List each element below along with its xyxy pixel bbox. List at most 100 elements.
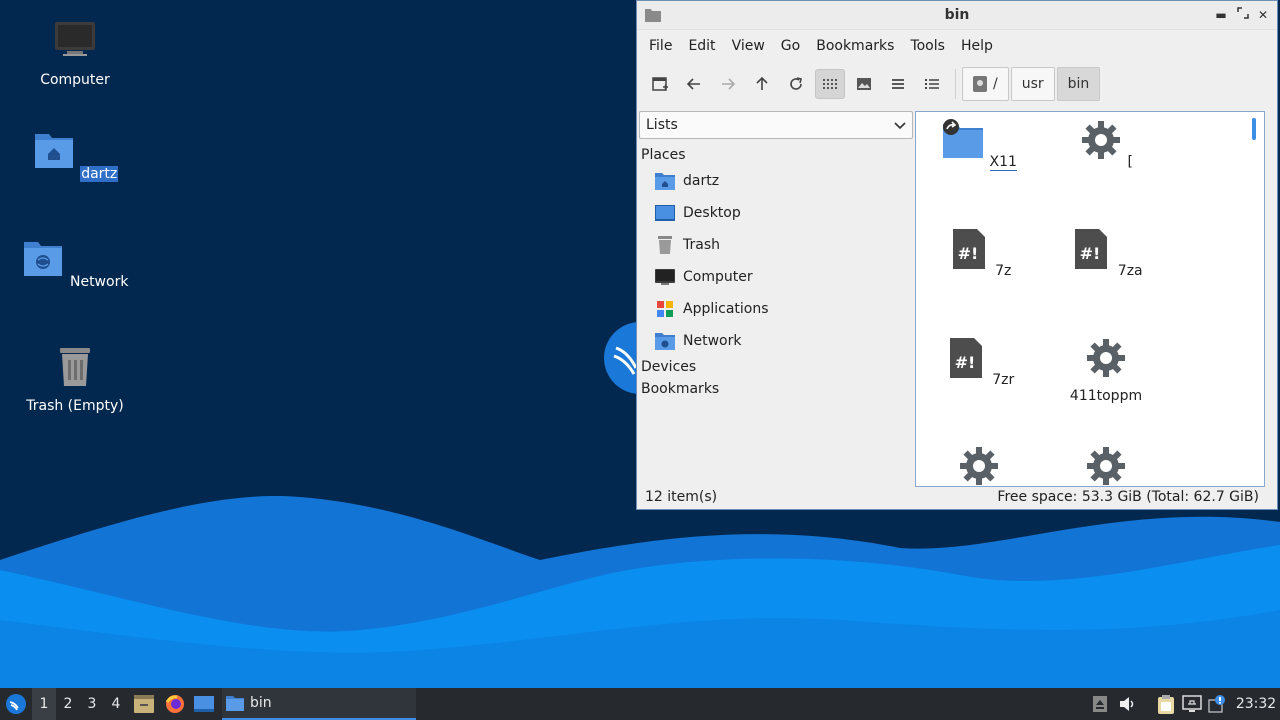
menu-view[interactable]: View [724,38,773,54]
volume-button[interactable] [1116,688,1140,720]
script-file-icon: #! [1075,229,1108,269]
desktop-icon-trash[interactable]: Trash (Empty) [15,344,135,414]
file-item[interactable]: [ [1051,118,1161,170]
file-item[interactable]: X11 [924,118,1034,171]
devices-heading[interactable]: Devices [639,359,913,375]
desktop-icon-computer[interactable]: Computer [15,18,135,88]
compact-view-button[interactable] [883,69,913,99]
place-applications[interactable]: Applications [639,293,913,325]
desktop-icon-network[interactable]: Network [15,236,135,290]
place-label: Applications [683,301,769,317]
maximize-icon[interactable] [1235,7,1251,23]
gear-icon [1087,339,1125,377]
place-label: Computer [683,269,753,285]
menu-go[interactable]: Go [773,38,808,54]
file-name: 7za [1117,263,1143,279]
window-title: bin [944,7,970,23]
status-bar: 12 item(s) Free space: 53.3 GiB (Total: … [645,489,1259,505]
desktop-icon-home[interactable]: dartz [15,128,135,182]
start-menu-icon [6,694,26,714]
file-item[interactable]: #! 7za [1051,227,1161,279]
menu-help[interactable]: Help [953,38,1001,54]
gear-icon [960,447,998,485]
file-item[interactable]: #! 7zr [924,336,1034,388]
folder-icon [226,696,244,711]
path-bin-button[interactable]: bin [1056,67,1101,101]
workspace-2[interactable]: 2 [56,688,80,720]
file-item[interactable]: #! 7z [924,227,1034,279]
file-item[interactable]: 411toppm [1051,336,1161,404]
path-usr-button[interactable]: usr [1010,67,1055,101]
place-trash[interactable]: Trash [639,229,913,261]
file-item[interactable] [924,444,1034,486]
firefox-launcher[interactable] [162,688,188,720]
up-button[interactable] [747,69,777,99]
network-folder-icon [23,242,62,276]
menu-tools[interactable]: Tools [902,38,953,54]
firefox-icon [165,695,184,713]
file-icon-view[interactable]: X11 [ #! 7z #! 7za #! 7zr 411toppm [915,111,1265,487]
place-network[interactable]: Network [639,325,913,357]
file-manager-icon [134,695,154,713]
reload-icon [790,77,802,90]
desktop-icon [194,696,214,712]
workspace-label: 1 [39,696,49,712]
icon-view-button[interactable] [815,69,845,99]
home-folder-icon [34,134,73,168]
close-icon[interactable]: ✕ [1255,7,1271,23]
free-space: Free space: 53.3 GiB (Total: 62.7 GiB) [997,489,1259,505]
network-status-button[interactable] [1180,688,1204,720]
workspace-label: 3 [87,696,97,712]
side-panel-mode-select[interactable]: Lists [639,111,913,139]
file-item[interactable] [1051,444,1161,486]
workspace-1[interactable]: 1 [32,688,56,720]
back-button[interactable] [679,69,709,99]
bookmarks-heading[interactable]: Bookmarks [639,381,913,397]
menu-bookmarks[interactable]: Bookmarks [808,38,902,54]
info-badge-icon [1208,695,1225,713]
arrow-right-icon [722,78,736,90]
drive-icon [973,76,987,92]
menu-file[interactable]: File [641,38,680,54]
workspace-label: 2 [63,696,73,712]
tray-eject-button[interactable] [1090,688,1110,720]
path-segment-label: bin [1067,76,1090,92]
minimize-icon[interactable]: ▬ [1213,7,1229,23]
reload-button[interactable] [781,69,811,99]
task-label: bin [250,695,272,711]
places-heading[interactable]: Places [639,147,913,163]
forward-button[interactable] [713,69,743,99]
svg-text:#!: #! [1080,244,1101,263]
vertical-scrollbar[interactable] [1252,118,1256,140]
script-file-icon: #! [952,229,985,269]
eject-icon [1093,696,1107,712]
menu-edit[interactable]: Edit [680,38,723,54]
place-computer[interactable]: Computer [639,261,913,293]
task-button-bin[interactable]: bin [222,688,416,720]
detailed-view-button[interactable] [917,69,947,99]
thumbnail-view-button[interactable] [849,69,879,99]
path-root-button[interactable]: / [962,67,1009,101]
notification-button[interactable] [1206,688,1228,720]
trash-icon [658,236,672,254]
workspace-4[interactable]: 4 [104,688,128,720]
show-desktop-button[interactable] [192,688,216,720]
file-name: 411toppm [1069,388,1143,404]
place-home[interactable]: dartz [639,165,913,197]
network-folder-icon [655,333,675,350]
place-label: Network [683,333,742,349]
window-titlebar[interactable]: bin ▬ ✕ [637,1,1277,30]
clock[interactable]: 23:32 [1234,688,1278,720]
start-menu-button[interactable] [2,688,30,720]
clipboard-button[interactable] [1154,688,1178,720]
list-compact-icon [892,79,904,89]
file-manager-launcher[interactable] [132,688,156,720]
workspace-3[interactable]: 3 [80,688,104,720]
path-segment-label: usr [1021,76,1044,92]
arrow-left-icon [686,78,700,90]
network-wired-icon [1182,695,1202,712]
new-tab-button[interactable] [645,69,675,99]
script-file-icon: #! [949,338,982,378]
desktop-icon-label: Trash (Empty) [26,398,124,414]
place-desktop[interactable]: Desktop [639,197,913,229]
